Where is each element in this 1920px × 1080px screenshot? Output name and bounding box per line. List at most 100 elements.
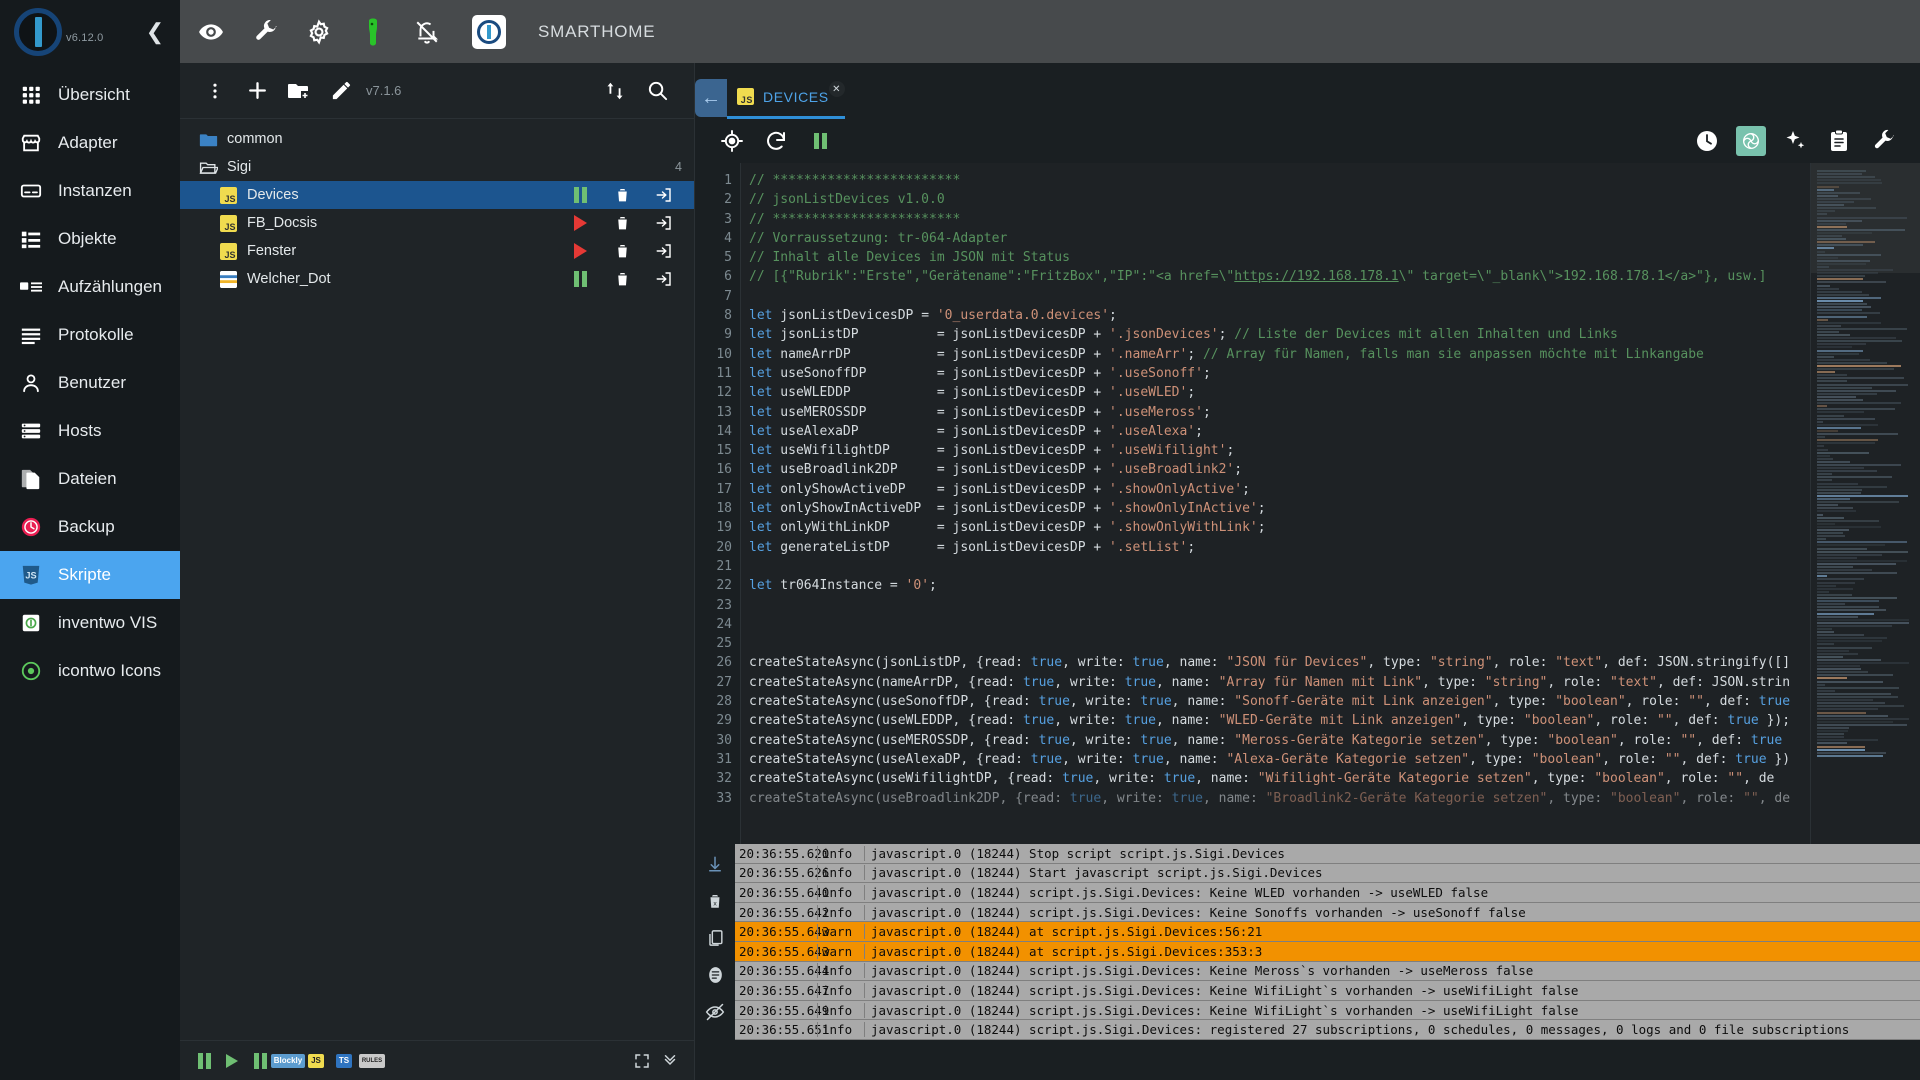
pause-icon[interactable]: [805, 126, 835, 156]
sidebar-item-icontwo-icons[interactable]: icontwo Icons: [0, 647, 180, 695]
code-line: let useAlexaDP = jsonListDevicesDP + '.u…: [749, 423, 1203, 439]
export-icon[interactable]: [654, 241, 674, 261]
eye-icon[interactable]: [196, 17, 226, 47]
minimap-line: [1817, 250, 1826, 253]
sidebar-item-hosts[interactable]: Hosts: [0, 407, 180, 455]
sidebar-item-backup[interactable]: Backup: [0, 503, 180, 551]
openai-icon[interactable]: [1736, 126, 1766, 156]
sidebar-item-objekte[interactable]: Objekte: [0, 215, 180, 263]
log-row[interactable]: 20:36:55.644 info javascript.0 (18244) scr…: [735, 961, 1920, 982]
scroll-down-icon[interactable]: [703, 852, 727, 876]
blockly-badge-icon[interactable]: Blockly: [270, 1047, 306, 1075]
expand-all-icon[interactable]: [628, 1047, 656, 1075]
delete-icon[interactable]: [612, 213, 632, 233]
pause-all-icon[interactable]: [190, 1047, 218, 1075]
minimap-line: [1817, 241, 1875, 244]
pause-icon[interactable]: [570, 185, 590, 205]
collapse-all-icon[interactable]: [656, 1047, 684, 1075]
log-row[interactable]: 20:36:55.626 info javascript.0 (18244) Sta…: [735, 863, 1920, 884]
search-icon[interactable]: [636, 70, 678, 112]
sidebar-item-inventwo-vis[interactable]: inventwo VIS: [0, 599, 180, 647]
sidebar-collapse-button[interactable]: ❮: [140, 17, 170, 47]
log-row[interactable]: 20:36:55.640 info javascript.0 (18244) scr…: [735, 883, 1920, 903]
wrench-icon[interactable]: [1868, 126, 1898, 156]
minimap-line: [1817, 173, 1862, 176]
minimap-line: [1817, 219, 1862, 222]
copy-icon[interactable]: [703, 926, 727, 950]
sidebar-item-adapter[interactable]: Adapter: [0, 119, 180, 167]
minimap-line: [1817, 414, 1845, 417]
tree-folder-row[interactable]: common: [180, 125, 694, 153]
log-severity: info: [817, 963, 865, 979]
sidebar-item-protokolle[interactable]: Protokolle: [0, 311, 180, 359]
hide-icon[interactable]: [703, 1000, 727, 1024]
log-row[interactable]: 20:36:55.620 info javascript.0 (18244) Sto…: [735, 844, 1920, 864]
bell-off-icon[interactable]: [412, 17, 442, 47]
line-number: 27: [716, 674, 732, 690]
rules-badge-icon[interactable]: RULES: [358, 1047, 386, 1075]
log-row[interactable]: 20:36:55.649 info javascript.0 (18244) scr…: [735, 1000, 1920, 1021]
ts-badge-icon[interactable]: TS: [330, 1047, 358, 1075]
wrench-icon[interactable]: [250, 17, 280, 47]
tree-script-row[interactable]: JS Devices: [180, 181, 694, 209]
sparkle-icon[interactable]: [1780, 126, 1810, 156]
delete-icon[interactable]: [612, 269, 632, 289]
locate-icon[interactable]: [717, 126, 747, 156]
code-minimap[interactable]: [1810, 163, 1920, 844]
robot-green-icon[interactable]: [358, 17, 388, 47]
log-row[interactable]: 20:36:55.643 warn javascript.0 (18244) at …: [735, 922, 1920, 942]
sidebar-item-benutzer[interactable]: Benutzer: [0, 359, 180, 407]
tree-script-row[interactable]: Welcher_Dot: [180, 265, 694, 293]
delete-icon[interactable]: [612, 241, 632, 261]
clock-icon[interactable]: [1692, 126, 1722, 156]
minimap-line: [1817, 677, 1848, 680]
pencil-icon[interactable]: [320, 70, 362, 112]
tree-script-row[interactable]: JS FB_Docsis: [180, 209, 694, 237]
pause-filter-icon[interactable]: [246, 1047, 274, 1075]
code-editor[interactable]: 1 2 3 4 5 6 7 8 9 10 11 12 13 14 15 16 17 18 19 20 21 22 23 24 2…: [695, 163, 1920, 844]
export-icon[interactable]: [654, 185, 674, 205]
sidebar-item--bersicht[interactable]: Übersicht: [0, 71, 180, 119]
tree-folder-row[interactable]: Sigi 4: [180, 153, 694, 181]
clear-icon[interactable]: x: [703, 889, 727, 913]
log-row[interactable]: 20:36:55.647 info javascript.0 (18244) scr…: [735, 981, 1920, 1001]
tab-devices[interactable]: JS DEVICES ✕: [727, 77, 845, 119]
export-icon[interactable]: [654, 269, 674, 289]
reload-icon[interactable]: [761, 126, 791, 156]
play-icon[interactable]: [570, 241, 590, 261]
code-line: let onlyShowActiveDP = jsonListDevicesDP…: [749, 481, 1250, 497]
arrow-left-icon[interactable]: ←: [695, 79, 727, 117]
minimap-line: [1817, 225, 1847, 228]
clipboard-icon[interactable]: [1824, 126, 1854, 156]
js-badge-icon[interactable]: JS: [302, 1047, 330, 1075]
minimap-line: [1817, 259, 1871, 262]
log-rows[interactable]: 20:36:55.620 info javascript.0 (18244) Sto…: [735, 844, 1920, 1080]
export-icon[interactable]: [654, 213, 674, 233]
log-row[interactable]: 20:36:55.642 info javascript.0 (18244) scr…: [735, 902, 1920, 923]
js-icon: JS: [218, 213, 238, 233]
more-vertical-icon[interactable]: [194, 70, 236, 112]
code-content[interactable]: // ************************ // jsonListDe…: [741, 163, 1810, 844]
layout-icon[interactable]: [703, 963, 727, 987]
pause-icon[interactable]: [570, 269, 590, 289]
tree-script-row[interactable]: JS Fenster: [180, 237, 694, 265]
close-icon[interactable]: ✕: [828, 81, 845, 97]
sidebar-item-instanzen[interactable]: Instanzen: [0, 167, 180, 215]
minimap-line: [1817, 550, 1909, 553]
minimap-line: [1817, 272, 1878, 275]
play-all-icon[interactable]: [218, 1047, 246, 1075]
delete-icon[interactable]: [612, 185, 632, 205]
new-folder-icon[interactable]: [278, 70, 320, 112]
play-icon[interactable]: [570, 213, 590, 233]
sidebar-item-dateien[interactable]: Dateien: [0, 455, 180, 503]
log-message: javascript.0 (18244) script.js.Sigi.Devi…: [871, 963, 1534, 979]
sort-icon[interactable]: [594, 70, 636, 112]
line-number: 15: [716, 443, 732, 459]
log-row[interactable]: 20:36:55.643 warn javascript.0 (18244) at …: [735, 941, 1920, 962]
sidebar-item-skripte[interactable]: JS Skripte: [0, 551, 180, 599]
gear-icon[interactable]: [304, 17, 334, 47]
minimap-line: [1817, 584, 1837, 587]
plus-icon[interactable]: [236, 70, 278, 112]
log-row[interactable]: 20:36:55.651 info javascript.0 (18244) scr…: [735, 1020, 1920, 1040]
sidebar-item-aufz-hlungen[interactable]: Aufzählungen: [0, 263, 180, 311]
